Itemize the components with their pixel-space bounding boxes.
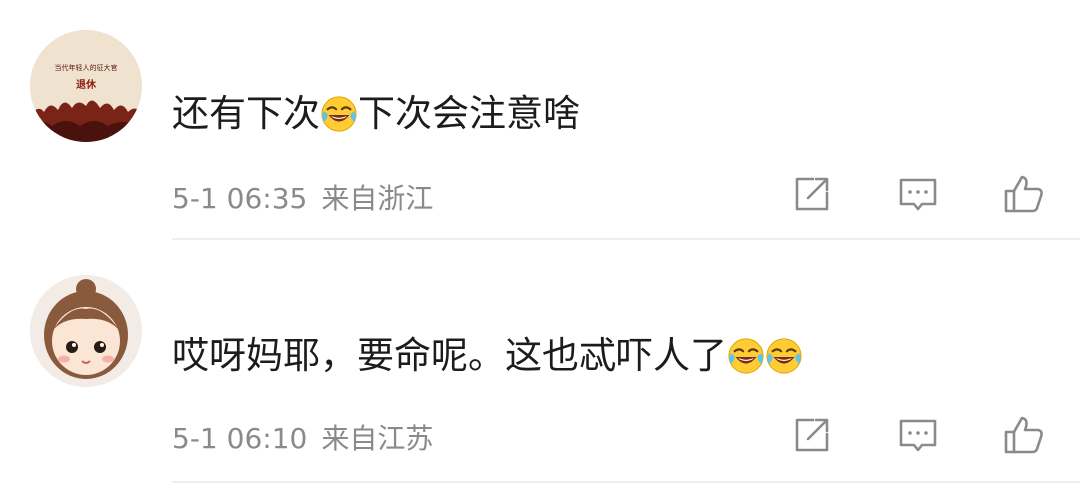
share-icon (795, 177, 829, 211)
comment-item: 哎呀妈耶，要命呢。这也忒吓人了 5-1 06:10 来自江苏 (0, 243, 1080, 483)
comment-button[interactable] (896, 172, 940, 216)
thumbs-up-icon (1004, 416, 1043, 454)
avatar-title: 退休 (76, 78, 97, 91)
comment-meta: 5-1 06:35 来自浙江 (172, 177, 433, 217)
thumbs-up-icon (1004, 175, 1043, 213)
comment-location: 来自江苏 (321, 422, 434, 455)
share-icon (795, 418, 829, 452)
comment-item: 当代年轻人的征大官 退休 还有下次 下次会注意啥 5-1 06:35 来自浙江 (0, 0, 1080, 240)
comment-text-part: 哎呀妈耶，要命呢。这也忒吓人了 (172, 334, 727, 377)
comment-text-part: 下次会注意啥 (358, 92, 580, 135)
comment-text: 还有下次 下次会注意啥 (172, 90, 580, 138)
divider (172, 481, 1080, 483)
comment-meta: 5-1 06:10 来自江苏 (172, 417, 433, 457)
laughing-tears-emoji (765, 337, 803, 375)
comment-text: 哎呀妈耶，要命呢。这也忒吓人了 (172, 332, 803, 380)
laughing-tears-emoji (320, 95, 358, 133)
like-button[interactable] (1002, 172, 1046, 216)
comment-button[interactable] (896, 413, 940, 457)
avatar[interactable] (30, 275, 142, 387)
comment-time: 5-1 06:10 (172, 422, 308, 455)
share-button[interactable] (790, 413, 834, 457)
comment-location: 来自浙江 (321, 182, 434, 215)
like-button[interactable] (1002, 413, 1046, 457)
comment-time: 5-1 06:35 (172, 182, 308, 215)
share-button[interactable] (790, 172, 834, 216)
avatar[interactable]: 当代年轻人的征大官 退休 (30, 30, 142, 142)
divider (172, 238, 1080, 240)
comment-text-part: 还有下次 (172, 92, 320, 135)
avatar-caption: 当代年轻人的征大官 (55, 63, 118, 72)
comment-icon (899, 178, 937, 211)
laughing-tears-emoji (727, 337, 765, 375)
comment-icon (899, 419, 937, 452)
